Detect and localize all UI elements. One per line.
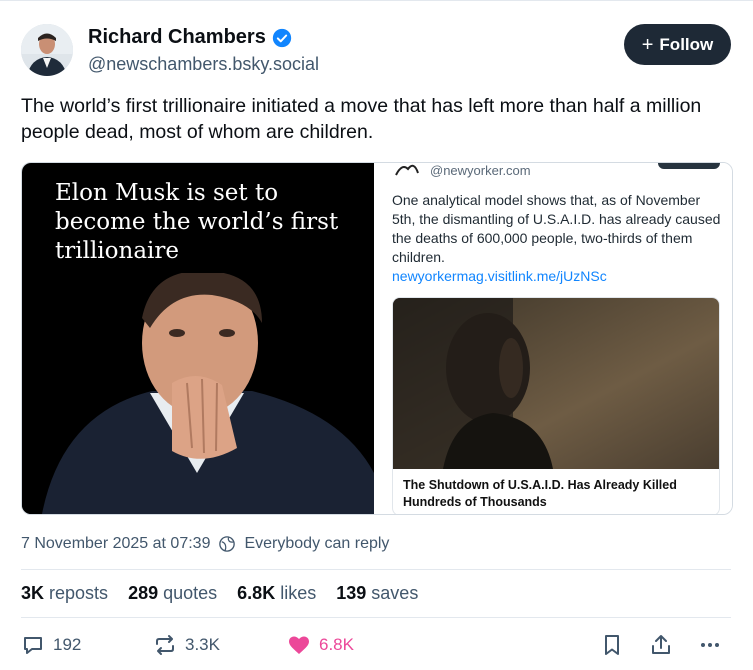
newyorker-handle: @newyorker.com [430,163,531,178]
newyorker-link-card: The Shutdown of U.S.A.I.D. Has Already K… [392,297,720,514]
stat-reposts[interactable]: 3K reposts [21,583,108,604]
post-text: The world’s first trillionaire initiated… [21,95,702,143]
portrait-illustration [22,273,374,514]
image-left[interactable]: Elon Musk is set to become the world’s f… [22,163,374,514]
newyorker-card-title: The Shutdown of U.S.A.I.D. Has Already K… [403,478,677,509]
share-button[interactable] [649,633,673,657]
bookmark-icon [605,635,619,655]
repost-icon [156,635,174,655]
author-avatar[interactable] [21,24,73,76]
like-count: 6.8K [319,635,354,654]
heart-icon [289,636,309,654]
post-stats: 3K reposts 289 quotes 6.8K likes 139 sav… [21,583,418,604]
divider-bottom [21,617,731,618]
stat-quotes[interactable]: 289 quotes [128,583,217,604]
stat-likes-count: 6.8K [237,583,276,603]
newyorker-link: newyorkermag.visitlink.me/jUzNSc [392,268,607,284]
stat-reposts-label: reposts [49,583,109,603]
verified-badge-icon [272,28,292,47]
author-handle[interactable]: @newschambers.bsky.social [88,54,319,75]
share-icon [652,635,670,654]
follow-button[interactable]: + Follow [624,24,731,65]
like-button[interactable]: 6.8K [287,633,354,657]
post-meta: 7 November 2025 at 07:39 Everybody can r… [21,535,389,553]
reply-setting-icon [219,536,236,552]
bookmark-button[interactable] [600,633,624,657]
stat-reposts-count: 3K [21,583,45,603]
newyorker-text: One analytical model shows that, as of N… [392,191,722,286]
more-icon [701,643,719,647]
reply-count: 192 [53,635,82,654]
stat-saves: 139 saves [336,583,418,604]
image-right[interactable]: @newyorker.com One analytical model show… [376,163,732,514]
newyorker-body: One analytical model shows that, as of N… [392,192,721,265]
stat-saves-label: saves [371,583,419,603]
plus-icon: + [641,33,654,56]
author-name[interactable]: Richard Chambers [88,26,266,49]
follow-label: Follow [659,34,714,54]
divider-top [21,569,731,570]
post-timestamp[interactable]: 7 November 2025 at 07:39 [21,535,210,553]
stat-quotes-count: 289 [128,583,159,603]
stat-saves-count: 139 [336,583,367,603]
top-border [0,0,753,5]
reply-icon [24,637,42,654]
stat-likes[interactable]: 6.8K likes [237,583,316,604]
image-left-headline: Elon Musk is set to become the world’s f… [55,180,339,264]
newyorker-logo-icon [392,163,422,181]
reply-setting-label: Everybody can reply [244,535,390,552]
more-button[interactable] [698,633,722,657]
post-media[interactable]: Elon Musk is set to become the world’s f… [21,162,733,515]
reply-button[interactable]: 192 [21,633,81,657]
repost-button[interactable]: 3.3K [153,633,220,657]
newyorker-follow-pill [658,163,720,169]
stat-likes-label: likes [280,583,317,603]
repost-count: 3.3K [185,635,220,654]
post-actions: 192 3.3K 6.8K [0,633,753,665]
newyorker-card-photo [393,298,719,469]
newyorker-header: @newyorker.com [392,163,531,181]
stat-quotes-label: quotes [163,583,218,603]
author-name-row: Richard Chambers [88,26,292,49]
